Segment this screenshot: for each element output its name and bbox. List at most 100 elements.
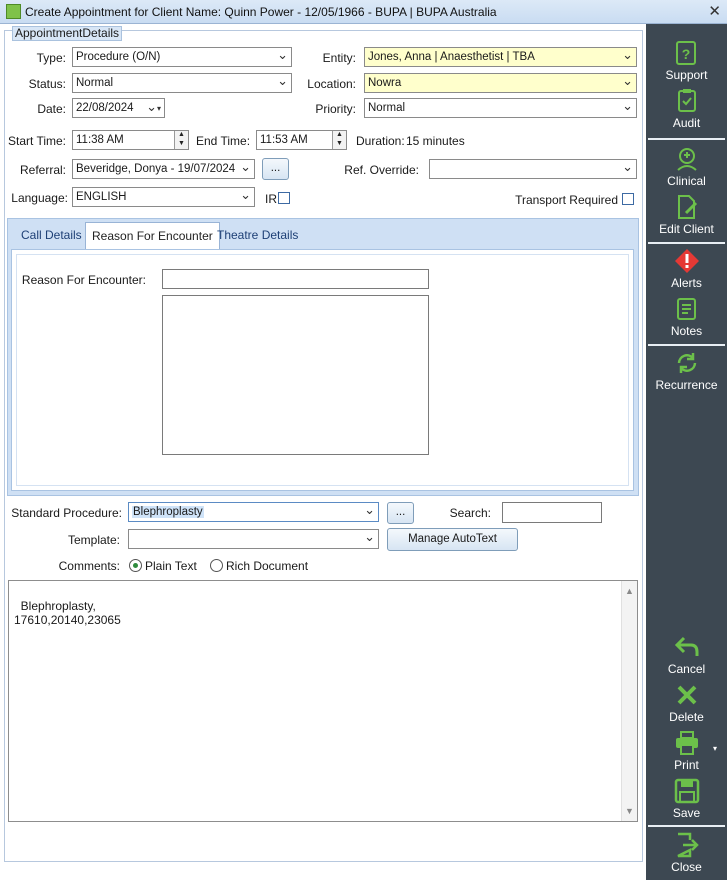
end-time-input[interactable]: 11:53 AM ▲ ▼ — [256, 130, 347, 150]
delete-label: Delete — [669, 710, 704, 724]
tab-reason-for-encounter[interactable]: Reason For Encounter — [85, 222, 220, 250]
manage-autotext-button[interactable]: Manage AutoText — [387, 528, 518, 551]
save-button[interactable]: Save — [646, 778, 727, 820]
location-combo[interactable]: Nowra — [364, 73, 637, 93]
procedure-browse-button[interactable]: ... — [387, 502, 414, 524]
scroll-down-icon[interactable]: ▼ — [625, 804, 634, 818]
ref-override-combo[interactable] — [429, 159, 637, 179]
comments-text: Blephroplasty, 17610,20140,23065 — [14, 599, 121, 627]
chevron-down-icon — [238, 160, 251, 178]
support-label: Support — [665, 68, 708, 82]
standard-procedure-combo[interactable]: Blephroplasty — [128, 502, 379, 522]
scroll-up-icon[interactable]: ▲ — [625, 584, 634, 598]
recurrence-label: Recurrence — [655, 378, 718, 392]
audit-button[interactable]: Audit — [646, 88, 727, 130]
reason-notes-textarea[interactable] — [162, 295, 429, 455]
transport-checkbox[interactable] — [622, 193, 634, 205]
date-picker[interactable]: 22/08/2024 ▾ — [72, 98, 165, 118]
edit-client-button[interactable]: Edit Client — [646, 194, 727, 236]
language-combo[interactable]: ENGLISH — [72, 187, 255, 207]
chevron-down-icon — [622, 48, 633, 66]
duration-value: 15 minutes — [406, 134, 465, 148]
comments-scrollbar[interactable]: ▲ ▼ — [621, 581, 637, 821]
alert-icon — [674, 249, 699, 273]
close-label: Close — [671, 860, 702, 874]
alerts-button[interactable]: Alerts — [646, 248, 727, 290]
comments-textarea[interactable]: Blephroplasty, 17610,20140,23065 ▲ ▼ — [8, 580, 638, 822]
notes-label: Notes — [670, 324, 703, 338]
start-time-input[interactable]: 11:38 AM ▲ ▼ — [72, 130, 189, 150]
entity-combo[interactable]: Jones, Anna | Anaesthetist | TBA — [364, 47, 637, 67]
alerts-label: Alerts — [671, 276, 702, 290]
referral-value: Beveridge, Donya - 19/07/2024 ( — [76, 163, 243, 175]
clinical-label: Clinical — [667, 174, 706, 188]
save-disk-icon — [674, 778, 699, 804]
template-combo[interactable] — [128, 529, 379, 549]
cancel-button[interactable]: Cancel — [646, 634, 727, 676]
search-input[interactable] — [502, 502, 602, 523]
end-time-value: 11:53 AM — [260, 134, 308, 146]
tab-theatre-details[interactable]: Theatre Details — [211, 222, 304, 248]
sidebar-separator — [648, 344, 725, 346]
chevron-down-icon — [622, 99, 633, 117]
status-combo[interactable]: Normal — [72, 73, 292, 93]
print-dropdown-icon[interactable]: ▾ — [713, 744, 717, 753]
window-title: Create Appointment for Client Name: Quin… — [25, 5, 497, 19]
group-legend: AppointmentDetails — [12, 26, 123, 41]
reason-label: Reason For Encounter: — [21, 273, 146, 287]
type-combo[interactable]: Procedure (O/N) — [72, 47, 292, 67]
entity-label: Entity: — [322, 51, 356, 65]
standard-procedure-value: Blephroplasty — [132, 506, 204, 518]
save-label: Save — [672, 806, 701, 820]
type-value: Procedure (O/N) — [76, 51, 161, 63]
window-close-button[interactable]: ✕ — [708, 2, 721, 20]
start-time-spinner[interactable]: ▲ ▼ — [174, 131, 188, 149]
action-sidebar: ? Support Audit Clinical Edit Client Ale… — [646, 24, 727, 880]
undo-icon — [674, 636, 698, 656]
rich-document-radio[interactable] — [210, 559, 223, 572]
ref-override-label: Ref. Override: — [344, 163, 419, 177]
support-button[interactable]: ? Support — [646, 40, 727, 82]
priority-value: Normal — [368, 102, 406, 114]
referral-combo[interactable]: Beveridge, Donya - 19/07/2024 ( — [72, 159, 255, 179]
date-value: 22/08/2024 — [76, 102, 134, 114]
start-time-value: 11:38 AM — [76, 134, 124, 146]
notes-button[interactable]: Notes — [646, 296, 727, 338]
help-icon: ? — [675, 41, 696, 65]
chevron-down-icon — [622, 160, 633, 178]
exit-icon — [676, 832, 699, 858]
location-label: Location: — [307, 77, 356, 91]
recurrence-button[interactable]: Recurrence — [646, 350, 727, 392]
status-label: Status: — [28, 77, 66, 91]
tab-call-details[interactable]: Call Details — [15, 222, 88, 248]
referral-browse-button[interactable]: ... — [262, 158, 289, 180]
priority-combo[interactable]: Normal — [364, 98, 637, 118]
clinical-button[interactable]: Clinical — [646, 146, 727, 188]
transport-label: Transport Required — [515, 193, 618, 207]
status-value: Normal — [76, 77, 114, 89]
cancel-label: Cancel — [667, 662, 706, 676]
delete-button[interactable]: Delete — [646, 682, 727, 724]
sidebar-separator — [648, 242, 725, 244]
language-value: ENGLISH — [76, 191, 127, 203]
delete-x-icon — [677, 685, 696, 705]
chevron-down-icon — [622, 74, 633, 92]
entity-value: Jones, Anna | Anaesthetist | TBA — [368, 51, 535, 63]
rich-document-label: Rich Document — [226, 559, 309, 573]
close-button[interactable]: Close — [646, 832, 727, 874]
end-time-spinner[interactable]: ▲ ▼ — [332, 131, 346, 149]
clinician-icon — [676, 148, 697, 171]
reason-input[interactable] — [162, 269, 429, 289]
chevron-down-icon — [277, 74, 288, 92]
location-value: Nowra — [368, 77, 402, 89]
template-label: Template: — [67, 533, 120, 547]
chevron-down-icon — [277, 48, 288, 66]
type-label: Type: — [36, 51, 66, 65]
refresh-icon — [677, 353, 696, 373]
ir-checkbox[interactable] — [278, 192, 290, 204]
start-time-label: Start Time: — [8, 134, 67, 148]
app-icon — [6, 4, 21, 19]
date-label: Date: — [37, 102, 66, 116]
sidebar-separator — [648, 138, 725, 140]
plain-text-radio[interactable] — [129, 559, 142, 572]
